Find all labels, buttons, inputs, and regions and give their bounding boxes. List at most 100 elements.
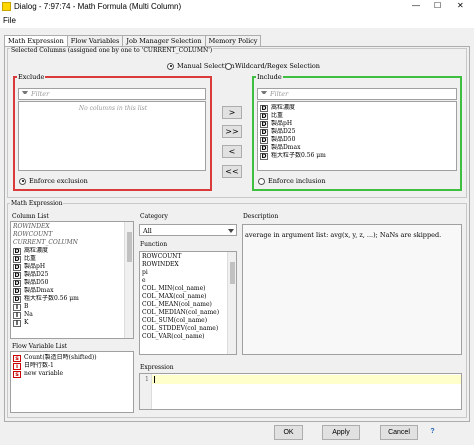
list-item[interactable]: i 日時行数-1: [13, 362, 133, 370]
text-cursor: [154, 376, 155, 383]
enforce-exclusion-radio[interactable]: Enforce exclusion: [19, 177, 88, 185]
exclude-list[interactable]: No columns in this list: [18, 101, 206, 171]
list-item[interactable]: COL_SUM(col_name): [142, 317, 236, 325]
description-box: average in argument list: avg(x, y, z, .…: [242, 224, 462, 355]
list-item[interactable]: COL_MAX(col_name): [142, 293, 236, 301]
exclude-filter-placeholder: Filter: [31, 90, 50, 98]
column-list-scrollbar[interactable]: [124, 222, 133, 338]
menu-file[interactable]: File: [3, 16, 16, 25]
category-select[interactable]: All: [139, 224, 237, 236]
double-type-icon: D: [13, 271, 21, 279]
remove-button[interactable]: <: [222, 145, 242, 158]
list-item[interactable]: CURRENT_COLUMN: [13, 239, 133, 247]
enforce-exclusion-label: Enforce exclusion: [29, 177, 88, 185]
list-item[interactable]: IK: [13, 319, 133, 327]
list-item[interactable]: D 比重: [260, 112, 456, 120]
double-type-icon: D: [260, 136, 268, 144]
wildcard-selection-radio[interactable]: Wildcard/Regex Selection: [225, 62, 320, 70]
list-item[interactable]: I Na: [13, 311, 133, 319]
minimize-button[interactable]: —: [412, 1, 420, 10]
column-name: 嵩粒濃度: [271, 104, 296, 111]
special-column-name: CURRENT_COLUMN: [13, 239, 78, 246]
list-item[interactable]: ROWCOUNT: [13, 231, 133, 239]
selected-columns-title: Selected Columns (assigned one by one to…: [10, 47, 214, 54]
list-item[interactable]: D 製品Dmax: [13, 287, 133, 295]
integer-type-icon: I: [13, 311, 21, 319]
add-button[interactable]: >: [222, 106, 242, 119]
function-list[interactable]: ROWCOUNT ROWINDEX pi e COL_MIN(col_name)…: [139, 251, 237, 355]
radio-unchecked-icon: [225, 62, 232, 70]
function-title: Function: [140, 241, 168, 248]
list-item[interactable]: D 粗大粒子数0.56 μm: [260, 152, 456, 160]
column-name: 比重: [271, 112, 284, 119]
double-type-icon: D: [260, 144, 268, 152]
function-list-scrollbar[interactable]: [227, 252, 236, 354]
list-item[interactable]: ROWINDEX: [142, 261, 236, 269]
column-list[interactable]: ROWINDEX ROWCOUNT CURRENT_COLUMN D 嵩粒濃度 D…: [10, 221, 134, 339]
list-item[interactable]: ROWCOUNT: [142, 253, 236, 261]
list-item[interactable]: D 製品Dmax: [260, 144, 456, 152]
maximize-button[interactable]: ☐: [434, 1, 441, 10]
filter-icon: [22, 91, 28, 98]
include-filter-placeholder: Filter: [270, 90, 289, 98]
double-type-icon: D: [13, 263, 21, 271]
cancel-button[interactable]: Cancel: [380, 425, 418, 440]
include-filter-input[interactable]: Filter: [257, 88, 457, 100]
integer-type-icon: I: [13, 303, 21, 311]
category-title: Category: [140, 213, 168, 220]
radio-checked-icon: [167, 62, 174, 70]
list-item[interactable]: D 製品D50: [260, 136, 456, 144]
category-selected-value: All: [143, 227, 152, 235]
help-button[interactable]: ?: [427, 425, 438, 440]
list-item[interactable]: D 比重: [13, 255, 133, 263]
double-type-icon: D: [13, 279, 21, 287]
integer-variable-icon: i: [13, 362, 21, 370]
radio-unchecked-icon: [258, 177, 265, 185]
scrollbar-thumb[interactable]: [230, 262, 235, 284]
include-list[interactable]: D 嵩粒濃度 D 比重 D 製品pH D 製品D25 D 製品D50 D 製品Dmax D粗…: [257, 101, 457, 171]
list-item[interactable]: D 製品pH: [13, 263, 133, 271]
list-item[interactable]: s Count(製造日時(shifted)): [13, 354, 133, 362]
menu-bar: File: [0, 14, 474, 28]
apply-button[interactable]: Apply: [322, 425, 360, 440]
list-item[interactable]: s new variable: [13, 370, 133, 378]
flow-variable-list[interactable]: s Count(製造日時(shifted)) i 日時行数-1 s new varia…: [10, 351, 134, 413]
line-number: 1: [145, 376, 149, 383]
list-item[interactable]: ROWINDEX: [13, 223, 133, 231]
list-item[interactable]: e: [142, 277, 236, 285]
list-item[interactable]: COL_MEDIAN(col_name): [142, 309, 236, 317]
double-type-icon: D: [13, 247, 21, 255]
list-item[interactable]: D 嵩粒濃度: [13, 247, 133, 255]
list-item[interactable]: COL_MEAN(col_name): [142, 301, 236, 309]
list-item[interactable]: COL_STDDEV(col_name): [142, 325, 236, 333]
variable-name: 日時行数-1: [24, 362, 54, 369]
list-item[interactable]: D 製品pH: [260, 120, 456, 128]
column-name: B: [24, 303, 29, 310]
double-type-icon: D: [13, 255, 21, 263]
variable-name: Count(製造日時(shifted)): [24, 354, 97, 361]
column-name: 製品Dmax: [271, 144, 301, 151]
ok-button[interactable]: OK: [274, 425, 303, 440]
list-item[interactable]: D 製品D50: [13, 279, 133, 287]
list-item[interactable]: IB: [13, 303, 133, 311]
add-all-button[interactable]: >>: [222, 125, 242, 138]
close-button[interactable]: ✕: [457, 1, 464, 10]
exclude-filter-input[interactable]: Filter: [18, 88, 206, 100]
expression-editor[interactable]: 1: [139, 373, 462, 410]
remove-all-button[interactable]: <<: [222, 165, 242, 178]
column-name: 製品Dmax: [24, 287, 54, 294]
column-name: 粗大粒子数0.56 μm: [271, 152, 326, 159]
double-type-icon: D: [260, 104, 268, 112]
enforce-inclusion-radio[interactable]: Enforce inclusion: [258, 177, 326, 185]
column-name: 粗大粒子数0.56 μm: [24, 295, 79, 302]
list-item[interactable]: COL_VAR(col_name): [142, 333, 236, 341]
list-item[interactable]: pi: [142, 269, 236, 277]
include-title: Include: [256, 73, 283, 81]
list-item[interactable]: D 嵩粒濃度: [260, 104, 456, 112]
list-item[interactable]: COL_MIN(col_name): [142, 285, 236, 293]
list-item[interactable]: D 製品D25: [260, 128, 456, 136]
scrollbar-thumb[interactable]: [127, 232, 132, 262]
list-item[interactable]: D 製品D25: [13, 271, 133, 279]
window-title: Dialog - 7:97:74 - Math Formula (Multi C…: [14, 2, 182, 11]
list-item[interactable]: D 粗大粒子数0.56 μm: [13, 295, 133, 303]
